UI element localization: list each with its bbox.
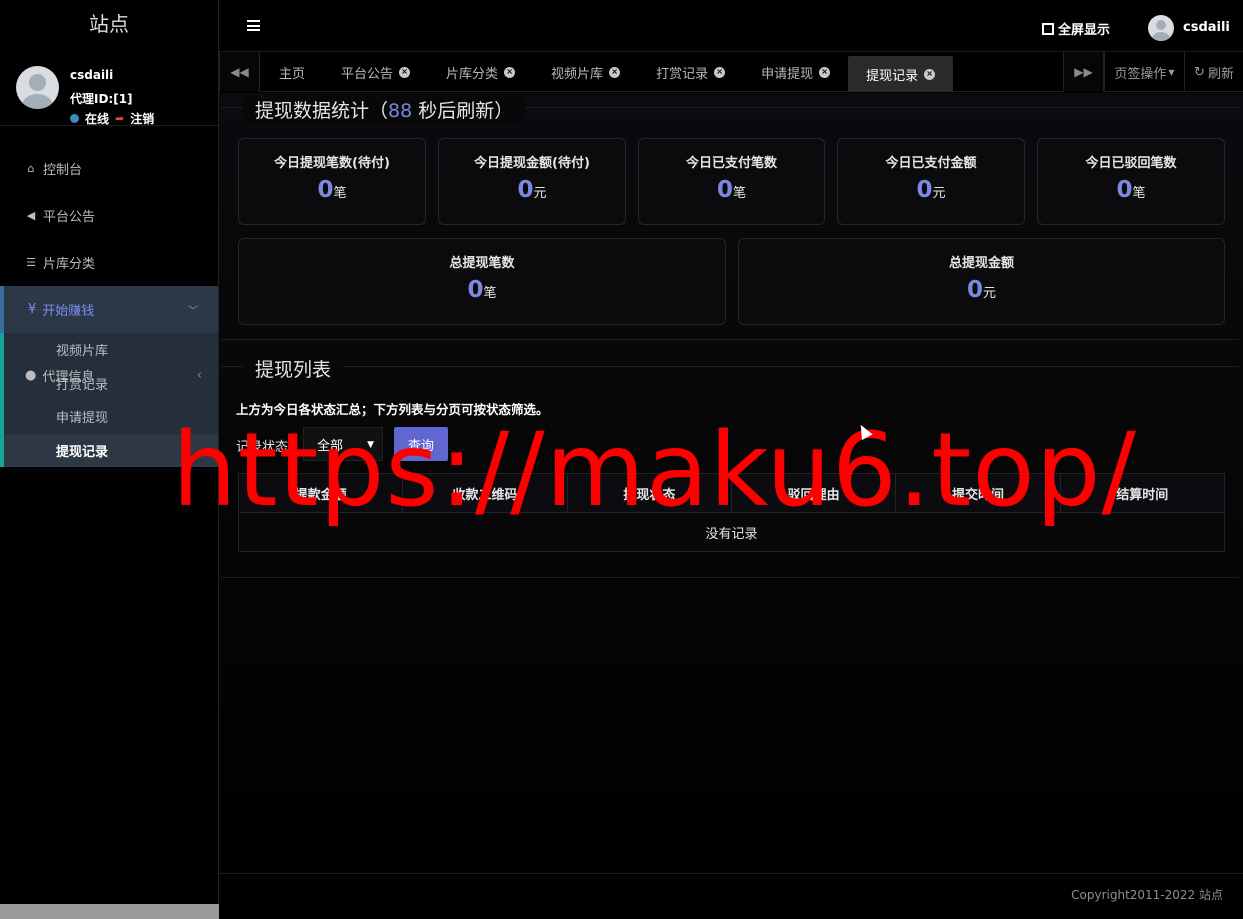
avatar xyxy=(16,66,59,109)
copyright: Copyright2011-2022 站点 xyxy=(1071,888,1223,902)
tab-label: 平台公告 xyxy=(341,66,394,82)
tab-label: 打赏记录 xyxy=(656,66,709,82)
stat-label: 今日已支付金额 xyxy=(885,156,977,171)
sidebar-item-earn[interactable]: ¥ 开始赚钱 ﹀ xyxy=(0,286,218,333)
stat-value: 0笔 xyxy=(1116,177,1146,203)
sidebar-item-agent-info[interactable]: ● 代理信息 ‹ xyxy=(0,352,218,399)
tab-home[interactable]: 主页 xyxy=(261,52,323,92)
yen-icon: ¥ xyxy=(28,302,37,317)
stats-title-suffix: 秒后刷新） xyxy=(412,100,514,122)
close-icon[interactable]: × xyxy=(714,66,726,78)
caret-down-icon: ▼ xyxy=(1168,67,1175,77)
online-dot-icon xyxy=(70,114,79,123)
user-status: 在线 ➦ 注销 xyxy=(70,110,154,127)
stat-value: 0元 xyxy=(517,177,547,203)
header-username[interactable]: csdaili xyxy=(1183,20,1230,35)
home-icon: ⌂ xyxy=(27,162,35,175)
sidebar-item-announcement[interactable]: ◀ 平台公告 xyxy=(0,192,218,239)
stat-card: 总提现金额 0元 xyxy=(738,238,1225,325)
stat-label: 今日已支付笔数 xyxy=(685,156,777,171)
sidebar-item-label: 片库分类 xyxy=(43,257,96,272)
tab-label: 申请提现 xyxy=(761,66,814,82)
fullscreen-label: 全屏显示 xyxy=(1058,23,1111,38)
fullscreen-button[interactable]: 全屏显示 xyxy=(1042,19,1110,38)
brand-logo[interactable]: 站点 xyxy=(0,0,218,50)
tab-withdraw-records[interactable]: 提现记录 × xyxy=(848,56,954,92)
user-panel: csdaili 代理ID:[1] 在线 ➦ 注销 xyxy=(0,50,218,126)
stat-label: 总提现金额 xyxy=(948,256,1014,271)
stat-card: 今日已支付金额 0元 xyxy=(837,138,1025,225)
tabs-bar: ◀◀ 主页 平台公告 × 片库分类 × 视频片库 × 打赏记录 × 申请提现 × 提现记录… xyxy=(219,52,1243,92)
stat-label: 总提现笔数 xyxy=(449,256,515,271)
logout-link[interactable]: 注销 xyxy=(130,110,154,127)
close-icon[interactable]: × xyxy=(924,68,936,80)
tab-operations-dropdown[interactable]: 页签操作 ▼ xyxy=(1104,52,1184,92)
tab-label: 提现记录 xyxy=(866,68,919,84)
stat-card: 今日已支付笔数 0笔 xyxy=(638,138,825,225)
tab-tip-records[interactable]: 打赏记录 × xyxy=(638,52,743,92)
footer: Copyright2011-2022 站点 xyxy=(219,873,1243,919)
sidebar-item-label: 平台公告 xyxy=(43,210,96,225)
chevron-down-icon: ﹀ xyxy=(188,306,198,317)
user-icon: ● xyxy=(25,368,37,383)
bullhorn-icon: ◀ xyxy=(26,209,36,222)
tab-ops-label: 页签操作 xyxy=(1114,66,1167,82)
close-icon[interactable]: × xyxy=(504,66,516,78)
stat-value: 0元 xyxy=(916,177,946,203)
list-icon: ☰ xyxy=(26,256,36,269)
tab-label: 片库分类 xyxy=(446,66,499,82)
sidebar-item-label: 控制台 xyxy=(43,163,83,178)
expand-icon xyxy=(1042,22,1054,35)
tab-video-library[interactable]: 视频片库 × xyxy=(533,52,638,92)
header-avatar[interactable] xyxy=(1148,15,1174,41)
sidebar-item-dashboard[interactable]: ⌂ 控制台 xyxy=(0,145,218,192)
stat-card: 今日提现金额(待付) 0元 xyxy=(438,138,626,225)
close-icon[interactable]: × xyxy=(819,66,831,78)
refresh-label: 刷新 xyxy=(1207,66,1234,82)
refresh-button[interactable]: ↻ 刷新 xyxy=(1184,52,1243,92)
stat-value: 0笔 xyxy=(716,177,747,203)
tab-scroll-right-icon[interactable]: ▶▶ xyxy=(1063,52,1104,92)
stat-card: 总提现笔数 0笔 xyxy=(238,238,726,325)
stat-card: 今日提现笔数(待付) 0笔 xyxy=(238,138,426,225)
hamburger-menu-icon[interactable] xyxy=(247,20,260,31)
stats-title: 提现数据统计（88 秒后刷新） xyxy=(243,96,526,123)
list-title: 提现列表 xyxy=(243,355,344,382)
tab-apply-withdraw[interactable]: 申请提现 × xyxy=(743,52,848,92)
close-icon[interactable]: × xyxy=(399,66,411,78)
stat-card: 今日已驳回笔数 0笔 xyxy=(1037,138,1225,225)
tab-label: 视频片库 xyxy=(551,66,604,82)
refresh-icon: ↻ xyxy=(1194,64,1205,80)
stat-label: 今日提现笔数(待付) xyxy=(274,156,390,171)
tab-label: 主页 xyxy=(279,66,306,82)
refresh-countdown: 88 xyxy=(388,100,413,122)
stat-value: 0笔 xyxy=(467,277,497,303)
sidebar-item-library[interactable]: ☰ 片库分类 xyxy=(0,239,218,286)
chevron-left-icon: ‹ xyxy=(196,368,202,383)
tab-scroll-left-icon[interactable]: ◀◀ xyxy=(219,52,260,92)
close-icon[interactable]: × xyxy=(609,66,621,78)
tab-announcement[interactable]: 平台公告 × xyxy=(323,52,428,92)
agent-id: 代理ID:[1] xyxy=(70,92,133,106)
stat-value: 0笔 xyxy=(317,177,347,203)
sidebar-item-label: 开始赚钱 xyxy=(42,304,95,319)
tab-list: 主页 平台公告 × 片库分类 × 视频片库 × 打赏记录 × 申请提现 × 提现记录 × xyxy=(261,52,954,92)
stat-value: 0元 xyxy=(966,277,997,303)
watermark-url: https://maku6.top/ xyxy=(172,411,1137,530)
top-header: 全屏显示 csdaili xyxy=(219,0,1243,52)
stat-label: 今日已驳回笔数 xyxy=(1085,156,1177,171)
online-label: 在线 xyxy=(85,112,110,126)
logout-icon[interactable]: ➦ xyxy=(115,112,124,125)
tab-library[interactable]: 片库分类 × xyxy=(428,52,533,92)
sidebar-scrollbar[interactable] xyxy=(0,904,219,919)
stats-title-prefix: 提现数据统计（ xyxy=(255,100,389,122)
stat-label: 今日提现金额(待付) xyxy=(474,156,590,171)
user-name: csdaili xyxy=(70,68,114,82)
sidebar-item-label: 代理信息 xyxy=(42,370,95,385)
